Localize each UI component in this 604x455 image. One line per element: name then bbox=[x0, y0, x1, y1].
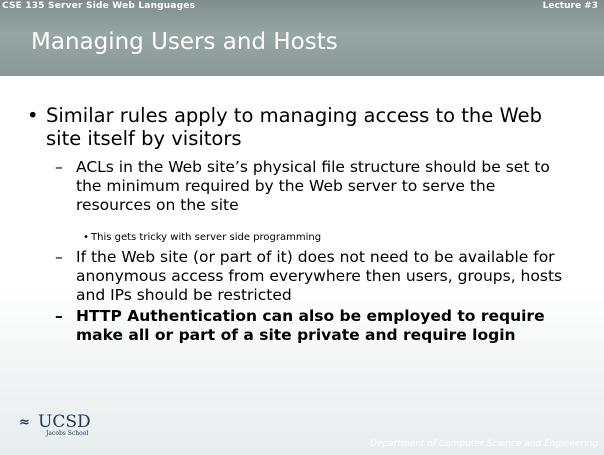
logo-subtitle: Jacobs School bbox=[46, 430, 89, 437]
bullet-level-2: – ACLs in the Web site’s physical file s… bbox=[55, 158, 564, 215]
ucsd-logo: ≈ UCSD Jacobs School bbox=[19, 410, 119, 440]
bullet-level-2: – If the Web site (or part of it) does n… bbox=[55, 248, 564, 305]
bullet-text: ACLs in the Web site’s physical file str… bbox=[76, 158, 550, 214]
slide-header: CSE 135 Server Side Web Languages Lectur… bbox=[0, 0, 604, 76]
bullet-text: If the Web site (or part of it) does not… bbox=[76, 248, 563, 304]
slide-title: Managing Users and Hosts bbox=[31, 29, 338, 55]
bullet-level-2-bold: – HTTP Authentication can also be employ… bbox=[55, 307, 564, 345]
lecture-label: Lecture #3 bbox=[542, 1, 598, 11]
slide: CSE 135 Server Side Web Languages Lectur… bbox=[0, 0, 604, 455]
bullet-level-3: • This gets tricky with server side prog… bbox=[83, 231, 564, 244]
bullet-level-1: • Similar rules apply to managing access… bbox=[27, 104, 564, 150]
dash-marker: – bbox=[55, 307, 63, 325]
bullet-marker: • bbox=[27, 104, 39, 127]
course-label: CSE 135 Server Side Web Languages bbox=[2, 1, 196, 11]
department-footer: Department of Computer Science and Engin… bbox=[369, 439, 598, 449]
dash-marker: – bbox=[55, 158, 63, 176]
dash-marker: – bbox=[55, 248, 63, 266]
bullet-text: This gets tricky with server side progra… bbox=[91, 232, 322, 243]
logo-name: UCSD bbox=[38, 412, 91, 432]
bullet-text: HTTP Authentication can also be employed… bbox=[76, 307, 545, 344]
trident-wave-icon: ≈ bbox=[19, 415, 30, 430]
bullet-text: Similar rules apply to managing access t… bbox=[46, 104, 542, 150]
bullet-marker: • bbox=[83, 232, 89, 243]
